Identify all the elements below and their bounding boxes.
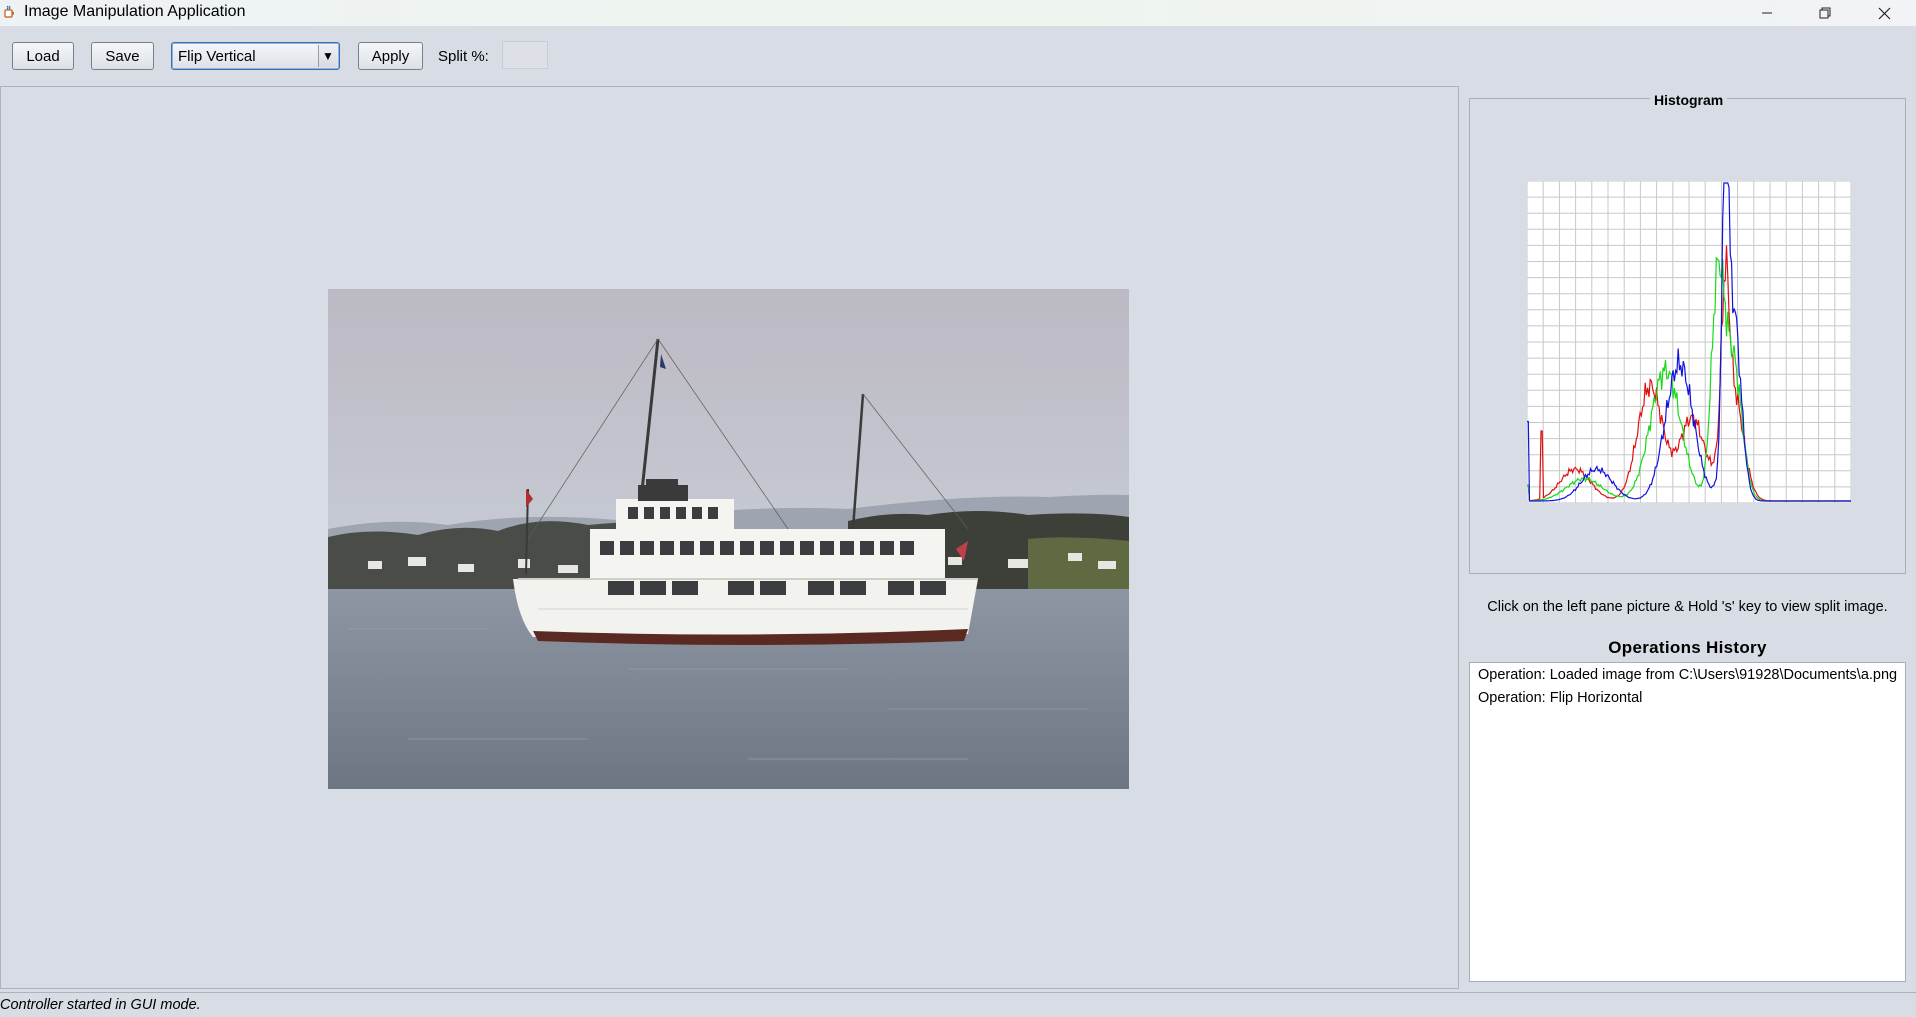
history-item[interactable]: Operation: Loaded image from C:\Users\91… — [1470, 664, 1905, 687]
image-pane[interactable] — [0, 86, 1459, 989]
close-button[interactable] — [1855, 0, 1913, 26]
restore-button[interactable] — [1796, 0, 1854, 26]
toolbar: Load Save Flip Vertical ▼ Apply Split %: — [0, 26, 1916, 84]
operation-selected-value: Flip Vertical — [178, 48, 256, 65]
apply-button[interactable]: Apply — [358, 42, 423, 70]
minimize-button[interactable] — [1738, 0, 1796, 26]
java-cup-icon — [4, 5, 15, 18]
minimize-icon — [1762, 12, 1772, 14]
title-bar: Image Manipulation Application — [0, 0, 1916, 26]
split-view-hint: Click on the left pane picture & Hold 's… — [1487, 599, 1888, 615]
split-percent-input[interactable] — [502, 41, 548, 69]
restore-icon — [1819, 7, 1831, 19]
close-icon — [1878, 7, 1890, 19]
load-button[interactable]: Load — [12, 42, 74, 70]
operation-dropdown[interactable]: Flip Vertical ▼ — [171, 42, 340, 70]
histogram-title: Histogram — [1650, 92, 1728, 108]
histogram-chart — [1527, 181, 1851, 503]
status-bar: Controller started in GUI mode. — [0, 992, 1916, 1017]
operations-history-list[interactable]: Operation: Loaded image from C:\Users\91… — [1469, 662, 1906, 982]
window-title: Image Manipulation Application — [24, 3, 246, 20]
chevron-down-icon[interactable]: ▼ — [318, 45, 337, 67]
loaded-photo[interactable] — [328, 289, 1129, 789]
save-button[interactable]: Save — [91, 42, 154, 70]
history-item[interactable]: Operation: Flip Horizontal — [1470, 687, 1905, 710]
split-percent-label: Split %: — [438, 48, 489, 65]
histogram-panel: Histogram — [1469, 92, 1906, 574]
operations-history-title: Operations History — [1608, 638, 1767, 657]
status-text: Controller started in GUI mode. — [0, 997, 201, 1013]
